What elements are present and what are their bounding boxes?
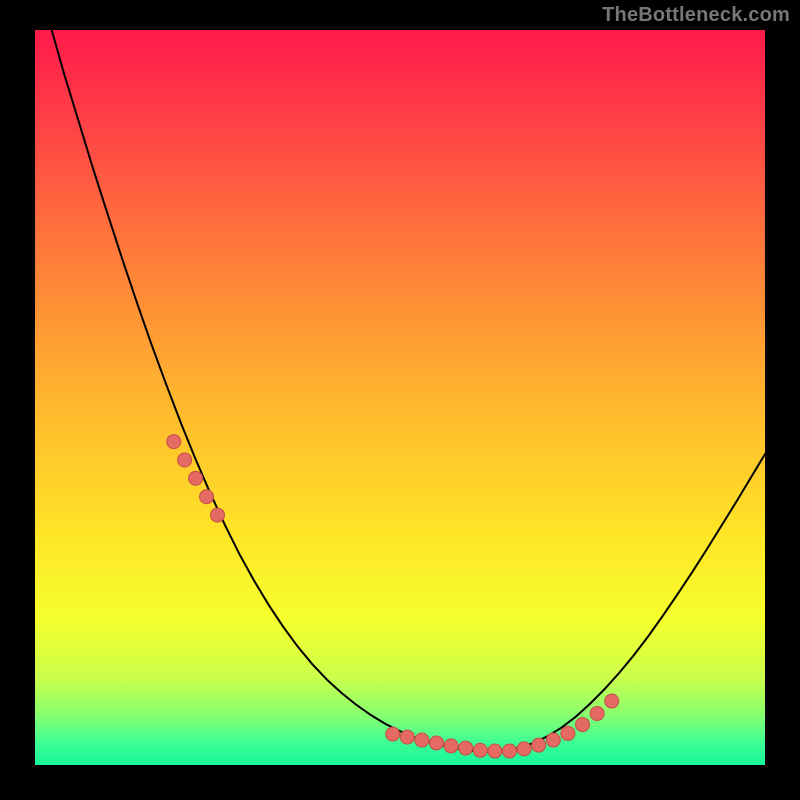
data-marker — [473, 743, 487, 757]
data-marker — [430, 736, 444, 750]
data-marker — [576, 718, 590, 732]
data-marker — [561, 726, 575, 740]
data-marker — [415, 733, 429, 747]
data-marker — [532, 738, 546, 752]
data-marker — [211, 508, 225, 522]
data-marker — [386, 727, 400, 741]
data-marker — [488, 744, 502, 758]
data-marker — [400, 730, 414, 744]
data-marker — [546, 733, 560, 747]
bottleneck-chart — [35, 30, 765, 765]
data-marker — [517, 742, 531, 756]
attribution-text: TheBottleneck.com — [602, 4, 790, 27]
data-marker — [605, 694, 619, 708]
data-marker — [178, 453, 192, 467]
data-marker — [189, 471, 203, 485]
data-marker — [590, 707, 604, 721]
data-marker — [459, 741, 473, 755]
data-marker — [167, 435, 181, 449]
data-marker — [444, 739, 458, 753]
data-marker — [503, 744, 517, 758]
data-marker — [200, 490, 214, 504]
